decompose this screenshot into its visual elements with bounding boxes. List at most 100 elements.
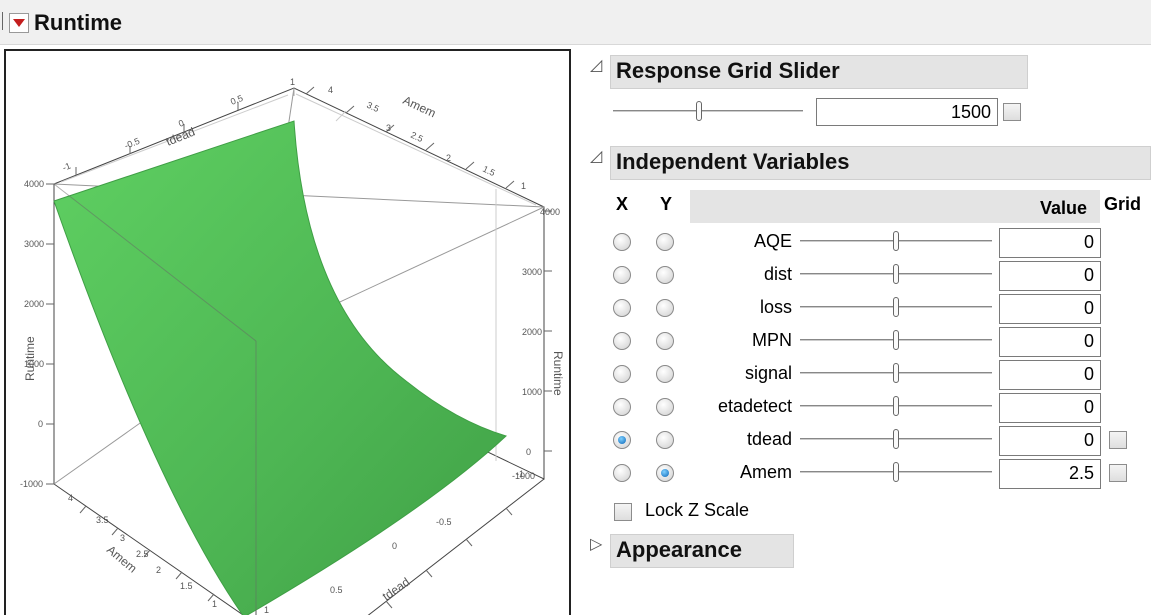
tick-left-runtime: 4000 — [24, 179, 44, 189]
variable-name: etadetect — [717, 396, 792, 416]
variable-slider[interactable] — [800, 264, 992, 284]
tick-top-amem: 1 — [521, 181, 526, 191]
disclosure-triangle-icon[interactable]: ◿ — [590, 146, 602, 166]
tick-bottom-amem: 3.5 — [96, 515, 109, 525]
y-role-radio[interactable] — [656, 431, 674, 449]
y-role-radio[interactable] — [656, 398, 674, 416]
tick-top-tdead: 0.5 — [229, 93, 244, 107]
grid-slider-lock-checkbox[interactable] — [1003, 103, 1021, 121]
variable-value-field[interactable]: 0 — [999, 426, 1101, 456]
tick-left-runtime: 2000 — [24, 299, 44, 309]
variable-slider[interactable] — [800, 297, 992, 317]
right-axis-ticks — [544, 210, 552, 452]
variable-slider[interactable] — [800, 462, 992, 482]
y-role-radio[interactable] — [656, 233, 674, 251]
x-role-radio[interactable] — [613, 332, 631, 350]
grid-checkbox[interactable] — [1109, 431, 1127, 449]
column-header-grid: Grid — [1104, 194, 1142, 214]
tick-bottom-tdead: -1 — [516, 469, 524, 479]
slider-thumb[interactable] — [893, 264, 899, 284]
response-grid-slider[interactable] — [613, 101, 803, 121]
slider-thumb[interactable] — [893, 297, 899, 317]
slider-thumb[interactable] — [893, 429, 899, 449]
variable-slider[interactable] — [800, 396, 992, 416]
axis-label-bottom-tdead: tdead — [380, 575, 413, 604]
slider-thumb[interactable] — [893, 231, 899, 251]
grid-slider-value-field[interactable]: 1500 — [816, 98, 998, 126]
tick-top-amem: 3.5 — [365, 100, 381, 114]
tick-right-runtime: 4000 — [540, 207, 560, 217]
axis-label-top-amem: Amem — [401, 93, 438, 120]
tick-bottom-tdead: 0 — [392, 541, 397, 551]
slider-thumb[interactable] — [893, 462, 899, 482]
column-header-y: Y — [660, 194, 673, 214]
axis-label-z-right: Runtime — [551, 351, 565, 396]
variable-slider[interactable] — [800, 231, 992, 251]
disclosure-closed-icon[interactable]: ▷ — [590, 534, 602, 554]
variable-value-field[interactable]: 0 — [999, 294, 1101, 324]
slider-track — [613, 110, 803, 112]
variable-value-field[interactable]: 0 — [999, 261, 1101, 291]
variable-name: loss — [759, 297, 792, 317]
axis-label-z-left: Runtime — [23, 336, 37, 381]
tick-right-runtime: 0 — [526, 447, 531, 457]
variable-value-field[interactable]: 0 — [999, 360, 1101, 390]
tick-top-amem: 4 — [328, 85, 333, 95]
report-title-label: Runtime — [34, 10, 122, 35]
tick-bottom-amem: 3 — [120, 533, 125, 543]
variable-name: signal — [744, 363, 792, 383]
variable-slider[interactable] — [800, 429, 992, 449]
tick-right-runtime: 3000 — [522, 267, 542, 277]
lock-z-scale-checkbox[interactable] — [614, 503, 632, 521]
tick-left-runtime: 0 — [38, 419, 43, 429]
x-role-radio[interactable] — [613, 233, 631, 251]
y-role-radio[interactable] — [656, 299, 674, 317]
report-title: Runtime — [9, 10, 122, 36]
x-role-radio[interactable] — [613, 266, 631, 284]
variable-value-field[interactable]: 0 — [999, 393, 1101, 423]
variable-slider[interactable] — [800, 330, 992, 350]
divider — [2, 12, 3, 30]
tick-top-amem: 1.5 — [481, 164, 497, 178]
x-role-radio[interactable] — [613, 398, 631, 416]
tick-left-runtime: 3000 — [24, 239, 44, 249]
y-role-radio[interactable] — [656, 365, 674, 383]
column-header-x: X — [616, 194, 629, 214]
slider-thumb[interactable] — [893, 363, 899, 383]
surface-plot[interactable]: -1 -0.5 0 0.5 1 4 3.5 3 2.5 2 1.5 1 4000… — [6, 51, 569, 615]
tick-bottom-tdead: 0.5 — [330, 585, 343, 595]
x-role-radio[interactable] — [613, 299, 631, 317]
x-role-radio[interactable] — [613, 431, 631, 449]
red-triangle-menu-icon[interactable] — [9, 13, 29, 33]
slider-thumb[interactable] — [893, 330, 899, 350]
disclosure-triangle-icon[interactable]: ◿ — [590, 55, 602, 75]
tick-bottom-tdead: -0.5 — [436, 517, 452, 527]
x-role-radio[interactable] — [613, 365, 631, 383]
tick-bottom-amem: 1 — [212, 599, 217, 609]
tick-bottom-amem: 2.5 — [136, 549, 149, 559]
tick-top-tdead: -1 — [61, 161, 72, 173]
variable-value-field[interactable]: 0 — [999, 327, 1101, 357]
y-role-radio[interactable] — [656, 332, 674, 350]
grid-checkbox[interactable] — [1109, 464, 1127, 482]
y-role-radio[interactable] — [656, 464, 674, 482]
y-role-radio[interactable] — [656, 266, 674, 284]
variable-slider[interactable] — [800, 363, 992, 383]
variable-name: dist — [763, 264, 792, 284]
slider-thumb[interactable] — [695, 101, 702, 121]
variable-value-field[interactable]: 2.5 — [999, 459, 1101, 489]
tick-bottom-tdead: 1 — [264, 605, 269, 615]
tick-bottom-amem: 1.5 — [180, 581, 193, 591]
variable-value-field[interactable]: 0 — [999, 228, 1101, 258]
slider-thumb[interactable] — [893, 396, 899, 416]
response-grid-slider-title: Response Grid Slider — [616, 58, 840, 83]
column-header-bar — [690, 190, 1100, 223]
tick-top-tdead: -0.5 — [123, 136, 141, 151]
variable-name: AQE — [753, 231, 792, 251]
x-role-radio[interactable] — [613, 464, 631, 482]
tick-right-runtime: 1000 — [522, 387, 542, 397]
surface-plot-frame[interactable]: -1 -0.5 0 0.5 1 4 3.5 3 2.5 2 1.5 1 4000… — [4, 49, 571, 615]
tick-top-amem: 2 — [446, 153, 451, 163]
tick-bottom-amem: 4 — [68, 493, 73, 503]
variable-name: tdead — [746, 429, 792, 449]
